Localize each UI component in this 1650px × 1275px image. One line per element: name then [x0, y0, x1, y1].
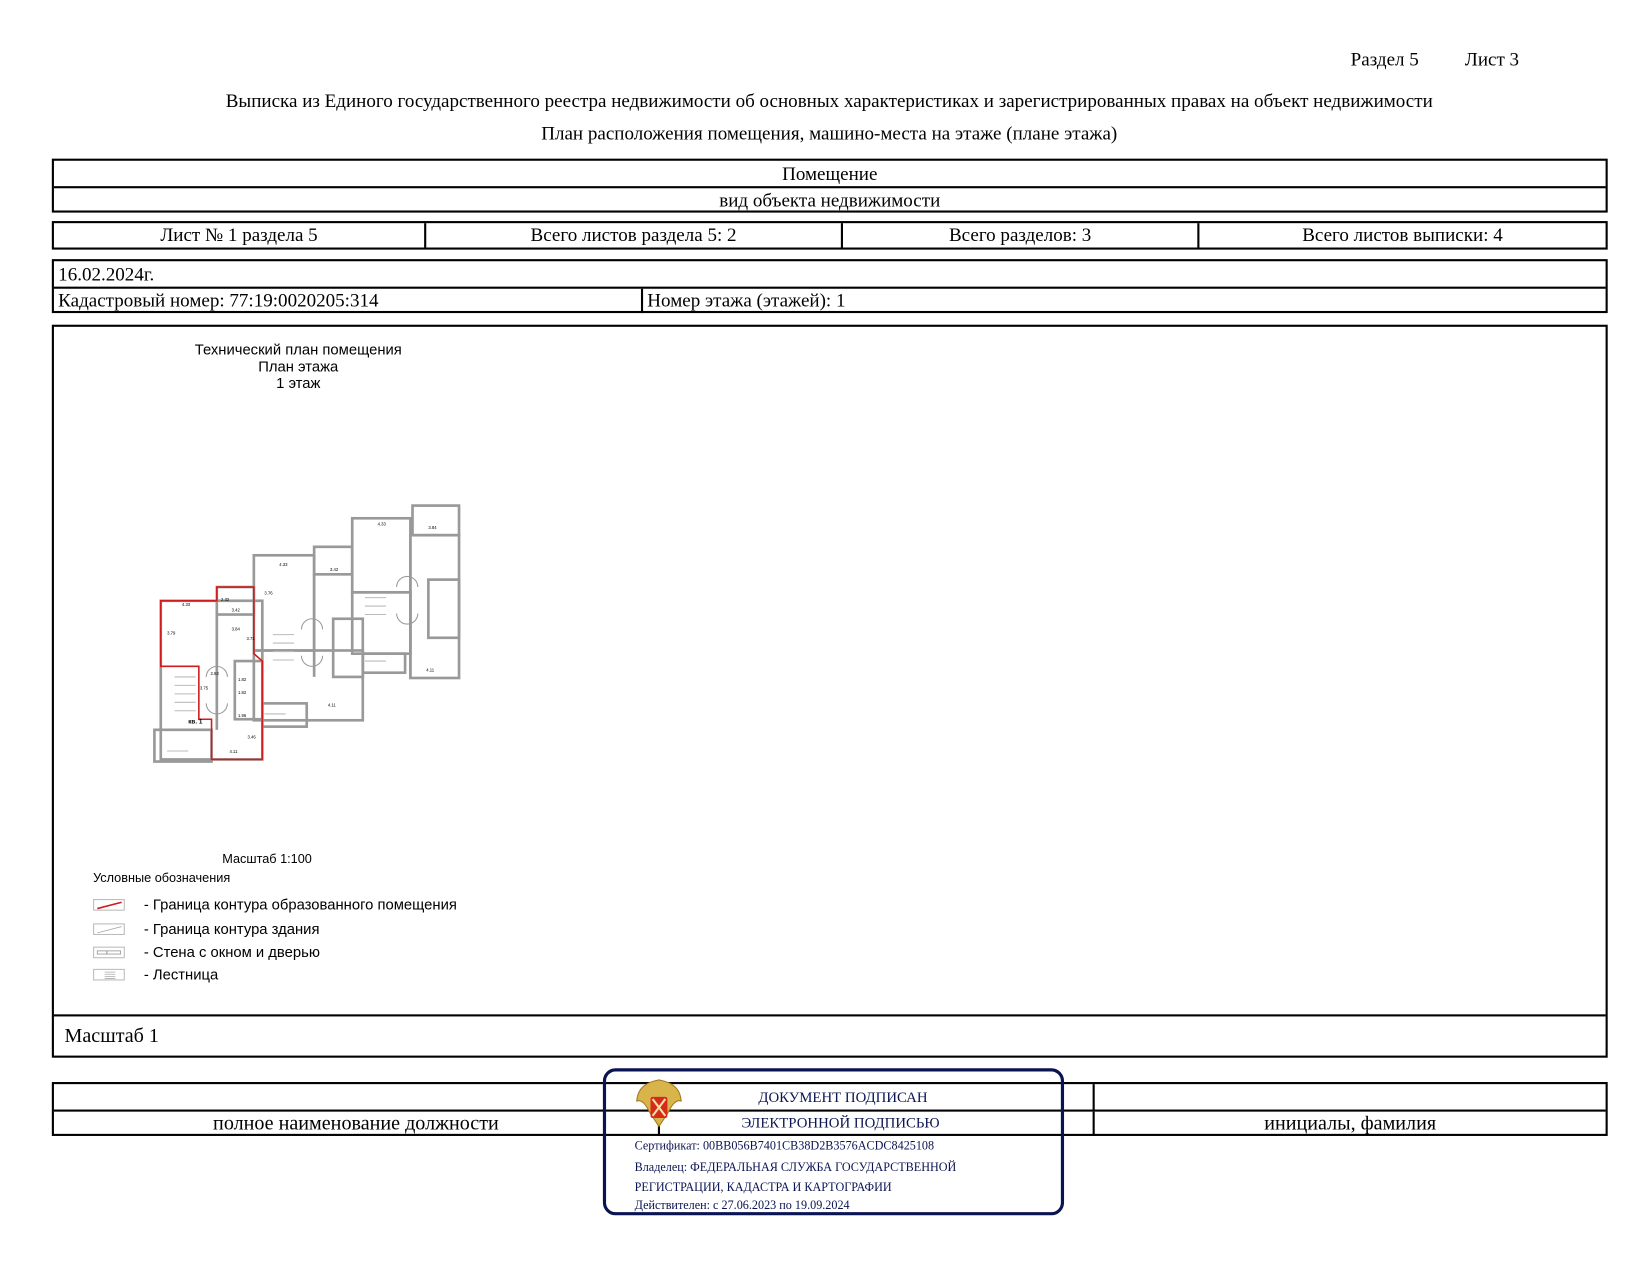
- dimension-label: 3.76: [264, 590, 273, 595]
- dimension-label: 4.11: [328, 703, 337, 708]
- dimension-label: 4.33: [182, 602, 191, 607]
- dimension-label: 1.82: [238, 690, 247, 695]
- dimension-label: 3.84: [232, 626, 241, 631]
- red-line-icon: [93, 898, 125, 911]
- name-caption: инициалы, фамилия: [1092, 1111, 1606, 1136]
- coat-of-arms-icon: [636, 1079, 682, 1128]
- dimension-label: 1.96: [238, 713, 247, 718]
- dimension-label: 2.32: [221, 597, 230, 602]
- gray-line-icon: [93, 922, 125, 935]
- dimension-label: 4.33: [378, 522, 387, 527]
- legend-item-room-contour: - Граница контура образованного помещени…: [93, 896, 457, 913]
- dimension-label: 3.71: [246, 636, 255, 641]
- stamp-valid: Действителен: с 27.06.2023 по 19.09.2024: [634, 1199, 850, 1213]
- stamp-owner-line2: РЕГИСТРАЦИИ, КАДАСТРА И КАРТОГРАФИИ: [634, 1181, 892, 1195]
- plan-scale: Масштаб 1:100: [222, 851, 312, 867]
- dimension-label: 3.42: [330, 567, 339, 572]
- dimension-label: 3.46: [248, 734, 257, 739]
- legend-item-building-contour: - Граница контура здания: [93, 920, 319, 937]
- dimension-label: 1.82: [238, 677, 247, 682]
- legend-label: - Граница контура здания: [143, 920, 320, 938]
- wall-window-door-icon: [93, 946, 125, 958]
- legend-item-stairs: - Лестница: [93, 966, 218, 983]
- legend-label: - Лестница: [143, 965, 219, 983]
- dimension-label: 2.83: [210, 671, 219, 676]
- stamp-certificate: Сертификат: 00BB056B7401CB38D2B3576ACDC8…: [634, 1140, 935, 1153]
- legend-label: - Стена с окном и дверью: [143, 943, 320, 961]
- dimension-label: 3.42: [232, 607, 241, 612]
- dimension-label: 4.11: [230, 749, 239, 754]
- stairs-icon: [93, 968, 125, 980]
- document-page: Раздел 5 Лист 3 Выписка из Единого госуд…: [0, 0, 1650, 1275]
- dimension-label: 3.75: [200, 686, 209, 691]
- dimension-label: 4.11: [426, 668, 435, 673]
- position-caption: полное наименование должности: [213, 1112, 499, 1135]
- dimension-label: 4.33: [279, 562, 288, 567]
- apartment-label: кв. 1: [188, 718, 203, 725]
- electronic-signature-stamp: ДОКУМЕНТ ПОДПИСАН ЭЛЕКТРОННОЙ ПОДПИСЬЮ С…: [602, 1068, 1065, 1216]
- stamp-line2: ЭЛЕКТРОННОЙ ПОДПИСЬЮ: [741, 1115, 940, 1132]
- stamp-line1: ДОКУМЕНТ ПОДПИСАН: [758, 1090, 928, 1107]
- dimension-label: 3.84: [428, 525, 437, 530]
- legend-title: Условные обозначения: [93, 870, 231, 886]
- legend-item-wall: - Стена с окном и дверью: [93, 943, 320, 960]
- legend-label: - Граница контура образованного помещени…: [143, 895, 457, 913]
- dimension-label: 3.79: [167, 631, 176, 636]
- stamp-owner-line1: Владелец: ФЕДЕРАЛЬНАЯ СЛУЖБА ГОСУДАРСТВЕ…: [634, 1161, 957, 1175]
